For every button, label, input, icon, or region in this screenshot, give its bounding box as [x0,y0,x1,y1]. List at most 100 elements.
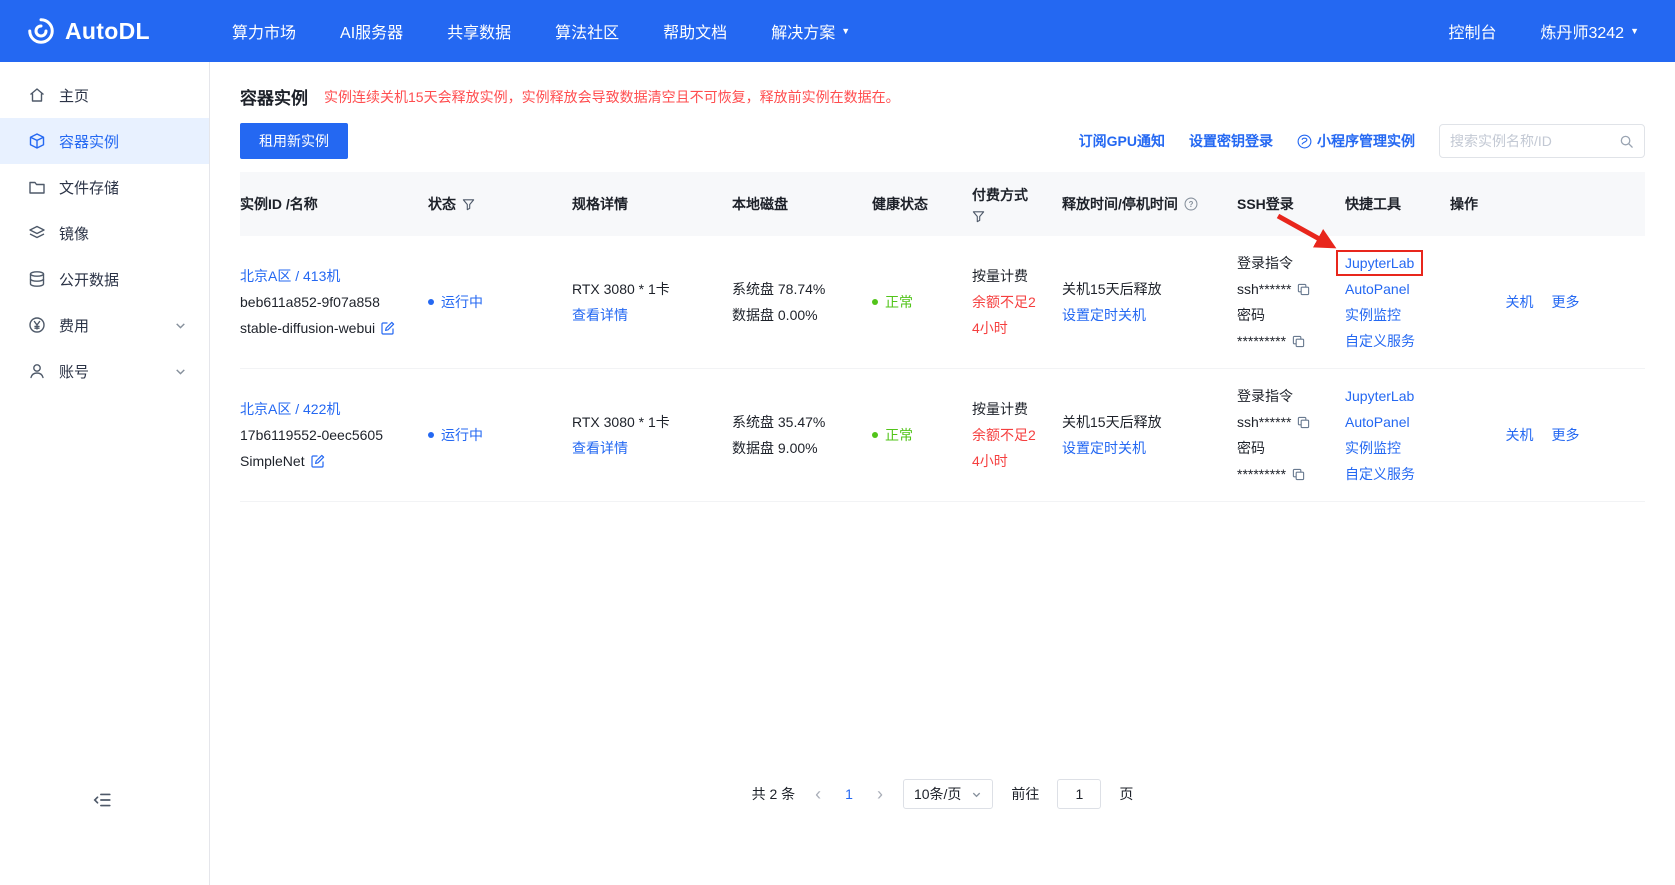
gpu-notify-link[interactable]: 订阅GPU通知 [1079,131,1165,151]
search-input[interactable] [1450,133,1613,149]
system-disk-usage: 系统盘 78.74% [732,281,826,297]
table-header-row: 实例ID /名称 状态 规格详情 本地磁盘 健康状态 付费方式 释放时间/停机时… [240,172,1645,236]
instance-monitor-link[interactable]: 实例监控 [1345,302,1401,328]
schedule-shutdown-link[interactable]: 设置定时关机 [1062,302,1146,328]
more-link[interactable]: 更多 [1552,289,1580,315]
shutdown-link[interactable]: 关机 [1506,422,1534,448]
search-icon[interactable] [1619,134,1634,149]
console-link[interactable]: 控制台 [1448,19,1496,43]
table-row: 北京A区 / 422机 17b6119552-0eec5605 SimpleNe… [240,369,1645,502]
actions-cell: 关机 更多 [1450,422,1645,448]
svg-text:?: ? [1188,200,1193,209]
billing-mode: 按量计费 [972,268,1028,284]
gpu-spec: RTX 3080 * 1卡 [572,414,670,430]
ssh-command-label: 登录指令 [1237,255,1293,271]
health-dot [872,432,878,438]
sidebar-collapse-button[interactable] [92,790,112,813]
nav-item-shared-data[interactable]: 共享数据 [447,19,511,43]
disk-cell: 系统盘 35.47% 数据盘 9.00% [732,409,872,461]
health-badge: 正常 [872,289,913,315]
filter-icon[interactable] [972,210,985,223]
status-cell: 运行中 [428,422,572,448]
menu-fold-icon [93,793,111,807]
jupyterlab-link[interactable]: JupyterLab [1336,250,1424,276]
navbar-right: 控制台 炼丹师3242 ▼ [1448,19,1675,43]
edit-icon[interactable] [310,454,325,468]
view-detail-link[interactable]: 查看详情 [572,302,628,328]
copy-icon[interactable] [1292,468,1305,481]
next-page-button[interactable]: › [875,785,885,803]
miniprogram-icon [1297,134,1312,148]
data-disk-usage: 数据盘 9.00% [732,440,818,456]
col-header-spec: 规格详情 [572,196,628,212]
nav-item-ai-server[interactable]: AI服务器 [340,19,403,43]
sidebar-item-billing[interactable]: 费用 [0,302,209,348]
sidebar-item-account[interactable]: 账号 [0,348,209,394]
ssh-key-settings-link[interactable]: 设置密钥登录 [1189,131,1273,151]
schedule-shutdown-link[interactable]: 设置定时关机 [1062,435,1146,461]
custom-service-link[interactable]: 自定义服务 [1345,328,1415,354]
spec-cell: RTX 3080 * 1卡 查看详情 [572,276,732,328]
sidebar-item-instances[interactable]: 容器实例 [0,118,209,164]
instance-monitor-link[interactable]: 实例监控 [1345,435,1401,461]
instance-region-link[interactable]: 北京A区 / 422机 [240,396,340,422]
page-title: 容器实例 [240,89,308,108]
sidebar: 主页 容器实例 文件存储 镜像 公开数据 费用 账号 [0,62,210,885]
custom-service-link[interactable]: 自定义服务 [1345,461,1415,487]
ssh-cell: 登录指令 ssh****** 密码 ********* [1237,383,1345,487]
instance-table: 实例ID /名称 状态 规格详情 本地磁盘 健康状态 付费方式 释放时间/停机时… [240,172,1645,502]
sidebar-item-file-storage[interactable]: 文件存储 [0,164,209,210]
system-disk-usage: 系统盘 35.47% [732,414,826,430]
more-link[interactable]: 更多 [1552,422,1580,448]
page-number-current[interactable]: 1 [841,786,857,802]
sidebar-item-public-data[interactable]: 公开数据 [0,256,209,302]
ssh-password: ********* [1237,333,1287,349]
nav-item-algorithm-community[interactable]: 算法社区 [555,19,619,43]
autopanel-link[interactable]: AutoPanel [1345,276,1410,302]
total-count: 共 2 条 [751,786,796,802]
view-detail-link[interactable]: 查看详情 [572,435,628,461]
ssh-password: ********* [1237,466,1287,482]
instance-name: SimpleNet [240,453,305,469]
prev-page-button[interactable]: ‹ [813,785,823,803]
copy-icon[interactable] [1292,335,1305,348]
miniprogram-manage-link[interactable]: 小程序管理实例 [1297,131,1415,151]
search-box [1439,124,1645,158]
col-header-billing: 付费方式 [972,185,1062,223]
question-circle-icon[interactable]: ? [1184,197,1198,211]
chevron-down-icon: ▼ [1630,25,1639,36]
balance-warning: 余额不足2 [972,427,1036,443]
table-row: 北京A区 / 413机 beb611a852-9f07a858 stable-d… [240,236,1645,369]
jupyterlab-link[interactable]: JupyterLab [1345,383,1414,409]
col-header-disk: 本地磁盘 [732,196,788,212]
main-content: 容器实例 实例连续关机15天会释放实例，实例释放会导致数据清空且不可恢复，释放前… [210,62,1675,885]
instance-region-link[interactable]: 北京A区 / 413机 [240,263,340,289]
goto-page-input[interactable] [1057,779,1102,809]
sidebar-item-images[interactable]: 镜像 [0,210,209,256]
ssh-password-label: 密码 [1237,440,1265,456]
copy-icon[interactable] [1297,283,1310,296]
autopanel-link[interactable]: AutoPanel [1345,409,1410,435]
ssh-command-label: 登录指令 [1237,388,1293,404]
edit-icon[interactable] [381,321,395,335]
top-navbar: AutoDL 算力市场 AI服务器 共享数据 算法社区 帮助文档 解决方案 ▼ … [0,0,1675,62]
autodl-brand[interactable]: AutoDL [0,16,214,46]
copy-icon[interactable] [1297,416,1310,429]
filter-icon[interactable] [462,198,475,211]
sidebar-item-home[interactable]: 主页 [0,72,209,118]
nav-item-compute-market[interactable]: 算力市场 [232,19,296,43]
health-dot [872,299,878,305]
shutdown-link[interactable]: 关机 [1506,289,1534,315]
status-badge: 运行中 [428,289,483,315]
folder-icon [29,181,45,194]
status-badge: 运行中 [428,422,483,448]
nav-item-help-docs[interactable]: 帮助文档 [663,19,727,43]
rent-new-instance-button[interactable]: 租用新实例 [240,123,348,159]
nav-item-solutions[interactable]: 解决方案 ▼ [771,19,850,43]
user-menu[interactable]: 炼丹师3242 ▼ [1540,19,1639,43]
billing-mode: 按量计费 [972,401,1028,417]
balance-warning-hours: 4小时 [972,320,1008,336]
instance-uid: beb611a852-9f07a858 [240,294,380,310]
instance-id-cell: 北京A区 / 422机 17b6119552-0eec5605 SimpleNe… [240,396,428,474]
page-size-select[interactable]: 10条/页 [902,779,994,809]
